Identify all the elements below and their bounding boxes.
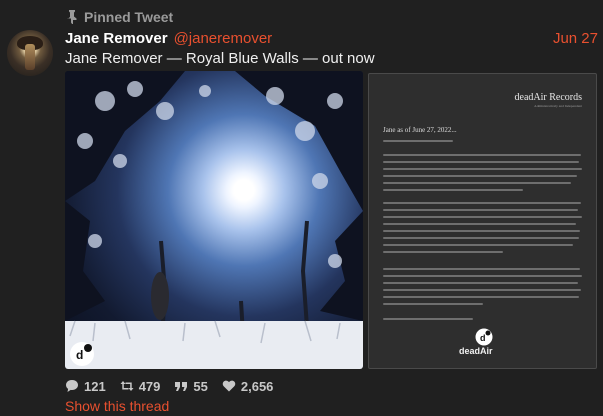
doc-text-line xyxy=(383,161,579,163)
retweet-count: 479 xyxy=(138,378,161,394)
doc-text-line xyxy=(383,268,580,270)
doc-text-line xyxy=(383,237,579,239)
tweet-date[interactable]: Jun 27 xyxy=(553,30,598,47)
pin-icon xyxy=(67,10,77,24)
svg-text:d: d xyxy=(76,348,83,362)
tweet-photo[interactable]: d xyxy=(65,71,363,369)
heart-icon xyxy=(222,380,236,392)
avatar[interactable] xyxy=(7,30,53,76)
tweet-text: Jane Remover — Royal Blue Walls — out no… xyxy=(65,50,375,67)
show-thread-link[interactable]: Show this thread xyxy=(65,398,169,414)
doc-text-line xyxy=(383,189,523,191)
reply-button[interactable]: 121 xyxy=(65,379,106,394)
reply-icon xyxy=(66,380,78,392)
doc-title: Jane as of June 27, 2022... xyxy=(383,126,457,134)
quote-button[interactable]: 55 xyxy=(174,378,208,394)
doc-text-line xyxy=(383,216,582,218)
doc-text-line xyxy=(383,223,576,225)
doc-text-line xyxy=(383,296,579,298)
doc-text-line xyxy=(383,282,578,284)
doc-text-line xyxy=(383,275,582,277)
doc-text-line xyxy=(383,244,573,246)
deadair-badge-icon: d xyxy=(70,342,94,366)
doc-text-line xyxy=(383,251,503,253)
quote-count: 55 xyxy=(193,378,208,394)
quote-icon xyxy=(175,382,188,391)
svg-text:d: d xyxy=(480,333,486,343)
doc-text-line xyxy=(383,289,581,291)
display-name[interactable]: Jane Remover xyxy=(65,30,168,47)
doc-text-line xyxy=(383,303,483,305)
pinned-tweet-label: Pinned Tweet xyxy=(66,8,173,26)
doc-text-line xyxy=(383,168,582,170)
doc-text-line xyxy=(383,175,577,177)
pinned-text: Pinned Tweet xyxy=(84,9,174,25)
retweet-button[interactable]: 479 xyxy=(120,378,161,394)
doc-brand: deadAir Records xyxy=(514,92,582,103)
like-button[interactable]: 2,656 xyxy=(222,378,274,394)
doc-text-line xyxy=(383,209,578,211)
doc-subtitle: Administratively and Independent xyxy=(534,104,582,108)
doc-text-line xyxy=(383,140,453,142)
reply-count: 121 xyxy=(84,378,106,394)
doc-logo-text: deadAir xyxy=(459,346,493,356)
doc-text-line xyxy=(383,154,581,156)
doc-text-line xyxy=(383,182,571,184)
doc-text-line xyxy=(383,230,580,232)
tweet-actions: 121 479 55 2,656 xyxy=(65,377,287,395)
deadair-logo-icon: d xyxy=(475,328,493,346)
statement-document-image[interactable]: deadAir Records Administratively and Ind… xyxy=(368,73,597,369)
tweet-header: Jane Remover @janeremover Jun 27 xyxy=(65,28,598,48)
like-count: 2,656 xyxy=(240,378,274,394)
user-handle[interactable]: @janeremover xyxy=(174,30,273,47)
doc-text-line xyxy=(383,202,581,204)
retweet-icon xyxy=(120,381,134,391)
doc-text-line xyxy=(383,318,473,320)
